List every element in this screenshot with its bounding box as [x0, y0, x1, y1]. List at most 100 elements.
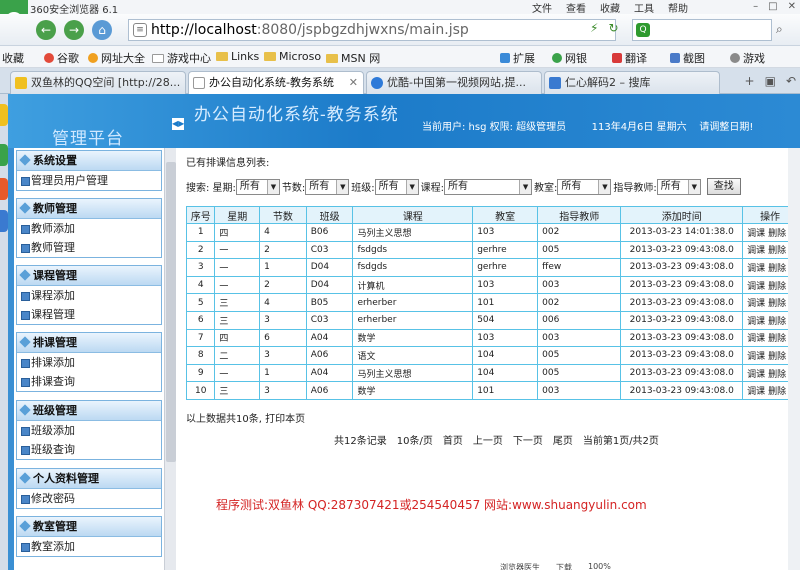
bookmark-hao[interactable]: 网址大全 — [88, 50, 145, 66]
favorites-side-icon[interactable] — [0, 104, 8, 126]
col-course: 课程 — [352, 206, 474, 224]
search-icon[interactable]: ⌕ — [776, 22, 783, 37]
forward-icon[interactable]: → — [64, 20, 84, 40]
banking-button[interactable]: 网银 — [552, 50, 587, 66]
new-tab-icon[interactable]: + — [745, 74, 755, 88]
menu-tools[interactable]: 工具 — [634, 0, 654, 15]
sidebar-scrollbar[interactable] — [164, 148, 176, 570]
menu-help[interactable]: 帮助 — [668, 0, 688, 15]
edit-schedule-link[interactable]: 调课 — [747, 229, 765, 239]
delete-link[interactable]: 删除 — [768, 370, 786, 380]
menu-item-teacher-manage[interactable]: 教师管理 — [17, 238, 161, 257]
edit-schedule-link[interactable]: 调课 — [747, 282, 765, 292]
find-button[interactable]: 查找 — [706, 178, 741, 195]
delete-link[interactable]: 删除 — [768, 264, 786, 274]
menu-item-class-query[interactable]: 班级查询 — [17, 440, 161, 459]
main-scrollbar[interactable] — [788, 148, 800, 570]
menu-group-title[interactable]: 个人资料管理 — [17, 469, 161, 489]
translate-button[interactable]: 翻译 — [612, 50, 647, 66]
undo-close-icon[interactable]: ↶ — [786, 74, 796, 88]
close-tab-icon[interactable]: ✕ — [349, 72, 358, 94]
delete-link[interactable]: 删除 — [768, 387, 786, 397]
edit-schedule-link[interactable]: 调课 — [747, 299, 765, 309]
bookmark-google[interactable]: 谷歌 — [44, 50, 79, 66]
last-page-link[interactable]: 尾页 — [553, 432, 573, 447]
menu-favorites[interactable]: 收藏 — [600, 0, 620, 15]
search-input[interactable]: Q — [632, 19, 772, 41]
address-bar[interactable]: ≡ http://localhost:8080/jspbgzdhjwxns/ma… — [128, 19, 616, 41]
tab-youku[interactable]: 优酷-中国第一视频网站,提... — [366, 71, 542, 94]
edit-schedule-link[interactable]: 调课 — [747, 370, 765, 380]
minimize-icon[interactable]: – — [753, 1, 758, 12]
menu-item-classroom-add[interactable]: 教室添加 — [17, 537, 161, 556]
lightning-icon[interactable]: ⚡ — [590, 21, 598, 35]
tab-office-system[interactable]: 办公自动化系统-教务系统 ✕ — [188, 71, 364, 94]
collapse-sidebar-icon[interactable]: ◀▶ — [172, 118, 184, 130]
menu-item-schedule-query[interactable]: 排课查询 — [17, 372, 161, 391]
menu-group-title[interactable]: 班级管理 — [17, 401, 161, 421]
bookmark-microsoft[interactable]: Microso — [264, 50, 321, 63]
prev-page-link[interactable]: 上一页 — [473, 432, 503, 447]
menu-item-class-add[interactable]: 班级添加 — [17, 421, 161, 440]
zoom-level[interactable]: 100% — [588, 562, 611, 570]
period-select[interactable]: 所有 ▼ — [305, 178, 350, 195]
close-icon[interactable]: ✕ — [788, 1, 796, 12]
bookmark-msn[interactable]: MSN 网 — [326, 50, 380, 66]
delete-link[interactable]: 删除 — [768, 229, 786, 239]
tab-qq-space[interactable]: 双鱼林的QQ空间 [http://28... — [10, 71, 186, 94]
edit-schedule-link[interactable]: 调课 — [747, 246, 765, 256]
screenshot-button[interactable]: 截图 — [670, 50, 705, 66]
edit-schedule-link[interactable]: 调课 — [747, 264, 765, 274]
menu-item-change-password[interactable]: 修改密码 — [17, 489, 161, 508]
browser-doctor[interactable]: 浏览器医生 — [500, 562, 540, 570]
delete-link[interactable]: 删除 — [768, 246, 786, 256]
teacher-select[interactable]: 所有 ▼ — [656, 178, 701, 195]
menu-group-title[interactable]: 教师管理 — [17, 199, 161, 219]
menu-view[interactable]: 查看 — [566, 0, 586, 15]
delete-link[interactable]: 删除 — [768, 282, 786, 292]
tab-list-icon[interactable]: ▣ — [765, 74, 776, 88]
edit-schedule-link[interactable]: 调课 — [747, 352, 765, 362]
menu-group-title[interactable]: 教室管理 — [17, 517, 161, 537]
delete-link[interactable]: 删除 — [768, 299, 786, 309]
bookmark-games-center[interactable]: 游戏中心 — [152, 50, 211, 66]
bookmark-links[interactable]: Links — [216, 50, 259, 63]
course-select[interactable]: 所有 ▼ — [444, 178, 533, 195]
tab-soku[interactable]: 仁心解码2 – 搜库 — [544, 71, 720, 94]
extensions-button[interactable]: 扩展 — [500, 50, 535, 66]
mail-side-icon[interactable] — [0, 210, 8, 232]
delete-link[interactable]: 删除 — [768, 334, 786, 344]
menu-group-title[interactable]: 系统设置 — [17, 151, 161, 171]
table-row: 5 三 4 B05 erherber 101 002 2013-03-23 09:43:08.… — [185, 293, 798, 312]
edit-schedule-link[interactable]: 调课 — [747, 334, 765, 344]
news-side-icon[interactable] — [0, 178, 8, 200]
menu-group-title[interactable]: 课程管理 — [17, 266, 161, 286]
menu-item-course-add[interactable]: 课程添加 — [17, 286, 161, 305]
next-page-link[interactable]: 下一页 — [513, 432, 543, 447]
pagination: 共12条记录 10条/页 首页 上一页 下一页 尾页 当前第1页/共2页 — [334, 432, 659, 447]
menu-file[interactable]: 文件 — [532, 0, 552, 15]
weekday-select[interactable]: 所有 ▼ — [235, 178, 280, 195]
menu-item-course-manage[interactable]: 课程管理 — [17, 305, 161, 324]
first-page-link[interactable]: 首页 — [443, 432, 463, 447]
refresh-icon[interactable]: ↻ — [608, 21, 618, 35]
maximize-icon[interactable]: □ — [768, 1, 777, 12]
menu-group-title[interactable]: 排课管理 — [17, 333, 161, 353]
bookmark-favorites[interactable]: 收藏 — [2, 50, 24, 66]
delete-link[interactable]: 删除 — [768, 352, 786, 362]
app-side-icon[interactable] — [0, 144, 8, 166]
edit-schedule-link[interactable]: 调课 — [747, 317, 765, 327]
menu-item-schedule-add[interactable]: 排课添加 — [17, 353, 161, 372]
games-button[interactable]: 游戏 — [730, 50, 765, 66]
search-engine-icon[interactable]: Q — [636, 23, 650, 37]
scrollbar-thumb[interactable] — [166, 162, 176, 462]
menu-item-teacher-add[interactable]: 教师添加 — [17, 219, 161, 238]
back-icon[interactable]: ← — [36, 20, 56, 40]
edit-schedule-link[interactable]: 调课 — [747, 387, 765, 397]
home-icon[interactable]: ⌂ — [92, 20, 112, 40]
menu-item-admin-users[interactable]: 管理员用户管理 — [17, 171, 161, 190]
download-button[interactable]: 下载 — [556, 562, 572, 570]
room-select[interactable]: 所有 ▼ — [557, 178, 612, 195]
class-select[interactable]: 所有 ▼ — [374, 178, 419, 195]
delete-link[interactable]: 删除 — [768, 317, 786, 327]
